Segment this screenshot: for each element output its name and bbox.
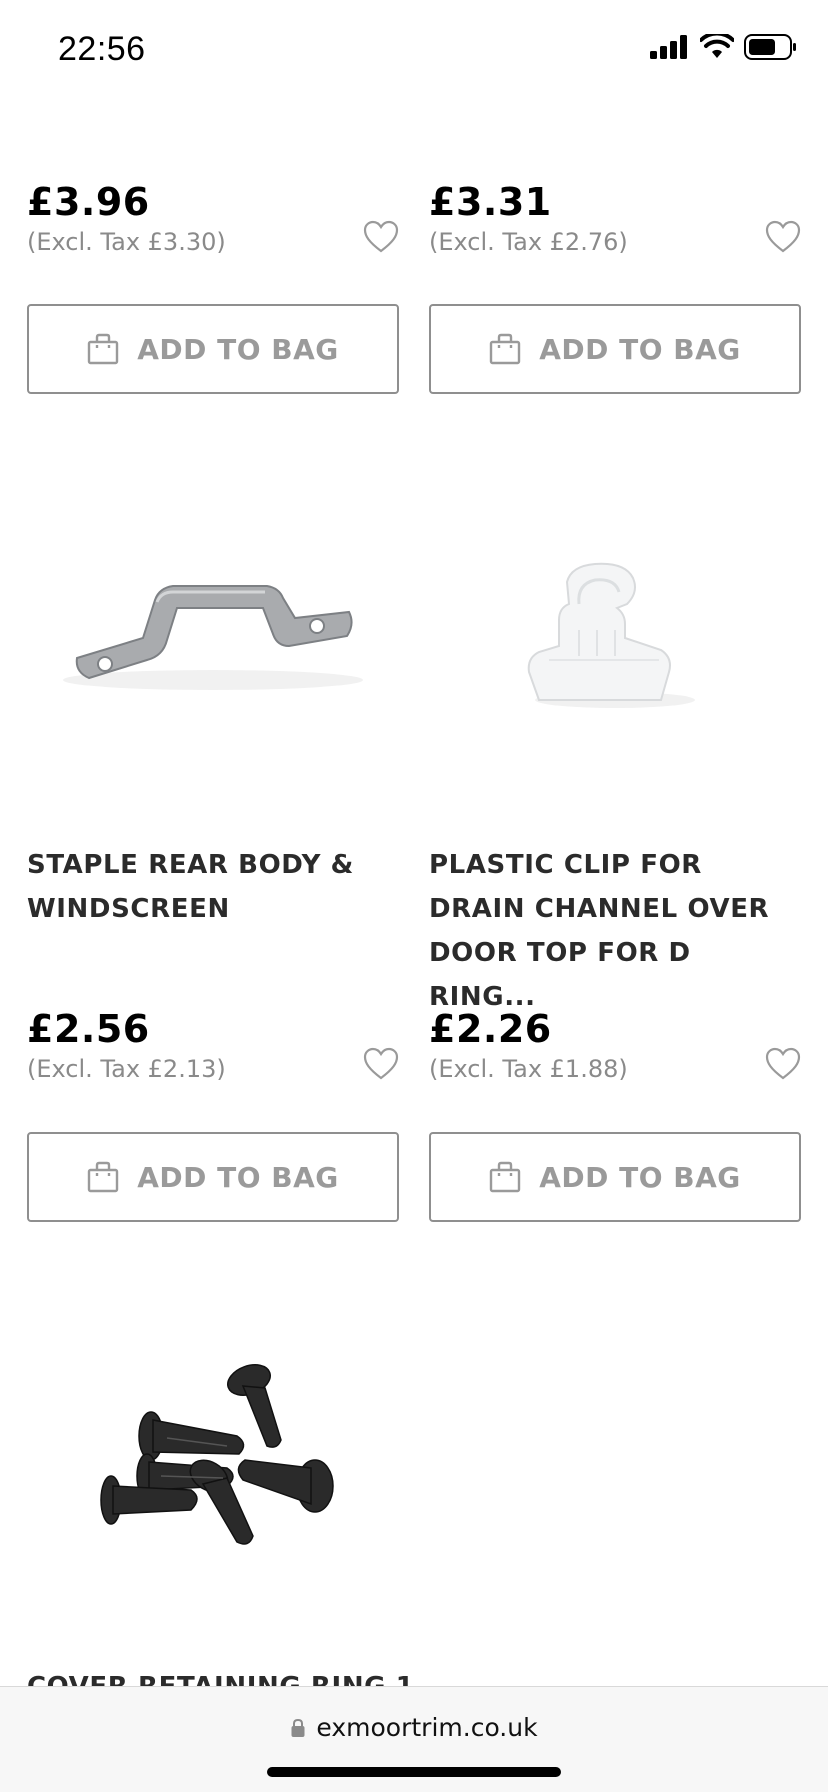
heart-icon[interactable] bbox=[765, 220, 801, 254]
heart-icon[interactable] bbox=[765, 1047, 801, 1081]
shopping-bag-icon bbox=[88, 333, 119, 365]
add-to-bag-button[interactable]: ADD TO BAG bbox=[429, 1132, 801, 1222]
lock-icon bbox=[291, 1718, 305, 1737]
wifi-icon bbox=[700, 34, 734, 58]
product-price: £2.56 bbox=[27, 1007, 150, 1051]
browser-address-bar[interactable]: exmoortrim.co.uk bbox=[0, 1686, 828, 1792]
shopping-bag-icon bbox=[490, 333, 521, 365]
product-excl-tax: (Excl. Tax £2.76) bbox=[429, 228, 628, 256]
status-bar: 22:56 bbox=[0, 0, 828, 100]
shopping-bag-icon bbox=[88, 1161, 119, 1193]
status-time: 22:56 bbox=[58, 30, 146, 68]
product-image-rivets[interactable] bbox=[27, 1328, 399, 1628]
shopping-bag-icon bbox=[490, 1161, 521, 1193]
add-to-bag-button[interactable]: ADD TO BAG bbox=[27, 1132, 399, 1222]
product-price: £3.31 bbox=[429, 180, 552, 224]
status-icons bbox=[650, 34, 798, 60]
signal-icon bbox=[650, 35, 687, 59]
add-to-bag-label: ADD TO BAG bbox=[137, 332, 339, 366]
product-image-staple[interactable] bbox=[27, 500, 399, 780]
home-indicator[interactable] bbox=[267, 1767, 561, 1777]
product-image-clip[interactable] bbox=[429, 500, 801, 780]
product-title[interactable]: PLASTIC CLIP FOR DRAIN CHANNEL OVER DOOR… bbox=[429, 843, 801, 1019]
add-to-bag-label: ADD TO BAG bbox=[137, 1160, 339, 1194]
url-display[interactable]: exmoortrim.co.uk bbox=[0, 1713, 828, 1742]
product-excl-tax: (Excl. Tax £3.30) bbox=[27, 228, 226, 256]
product-excl-tax: (Excl. Tax £2.13) bbox=[27, 1055, 226, 1083]
add-to-bag-button[interactable]: ADD TO BAG bbox=[429, 304, 801, 394]
product-price: £3.96 bbox=[27, 180, 150, 224]
add-to-bag-label: ADD TO BAG bbox=[539, 1160, 741, 1194]
product-excl-tax: (Excl. Tax £1.88) bbox=[429, 1055, 628, 1083]
heart-icon[interactable] bbox=[363, 1047, 399, 1081]
heart-icon[interactable] bbox=[363, 220, 399, 254]
add-to-bag-button[interactable]: ADD TO BAG bbox=[27, 304, 399, 394]
battery-icon bbox=[744, 34, 796, 60]
product-title[interactable]: STAPLE REAR BODY & WINDSCREEN bbox=[27, 843, 399, 931]
add-to-bag-label: ADD TO BAG bbox=[539, 332, 741, 366]
product-price: £2.26 bbox=[429, 1007, 552, 1051]
url-text: exmoortrim.co.uk bbox=[316, 1713, 538, 1742]
